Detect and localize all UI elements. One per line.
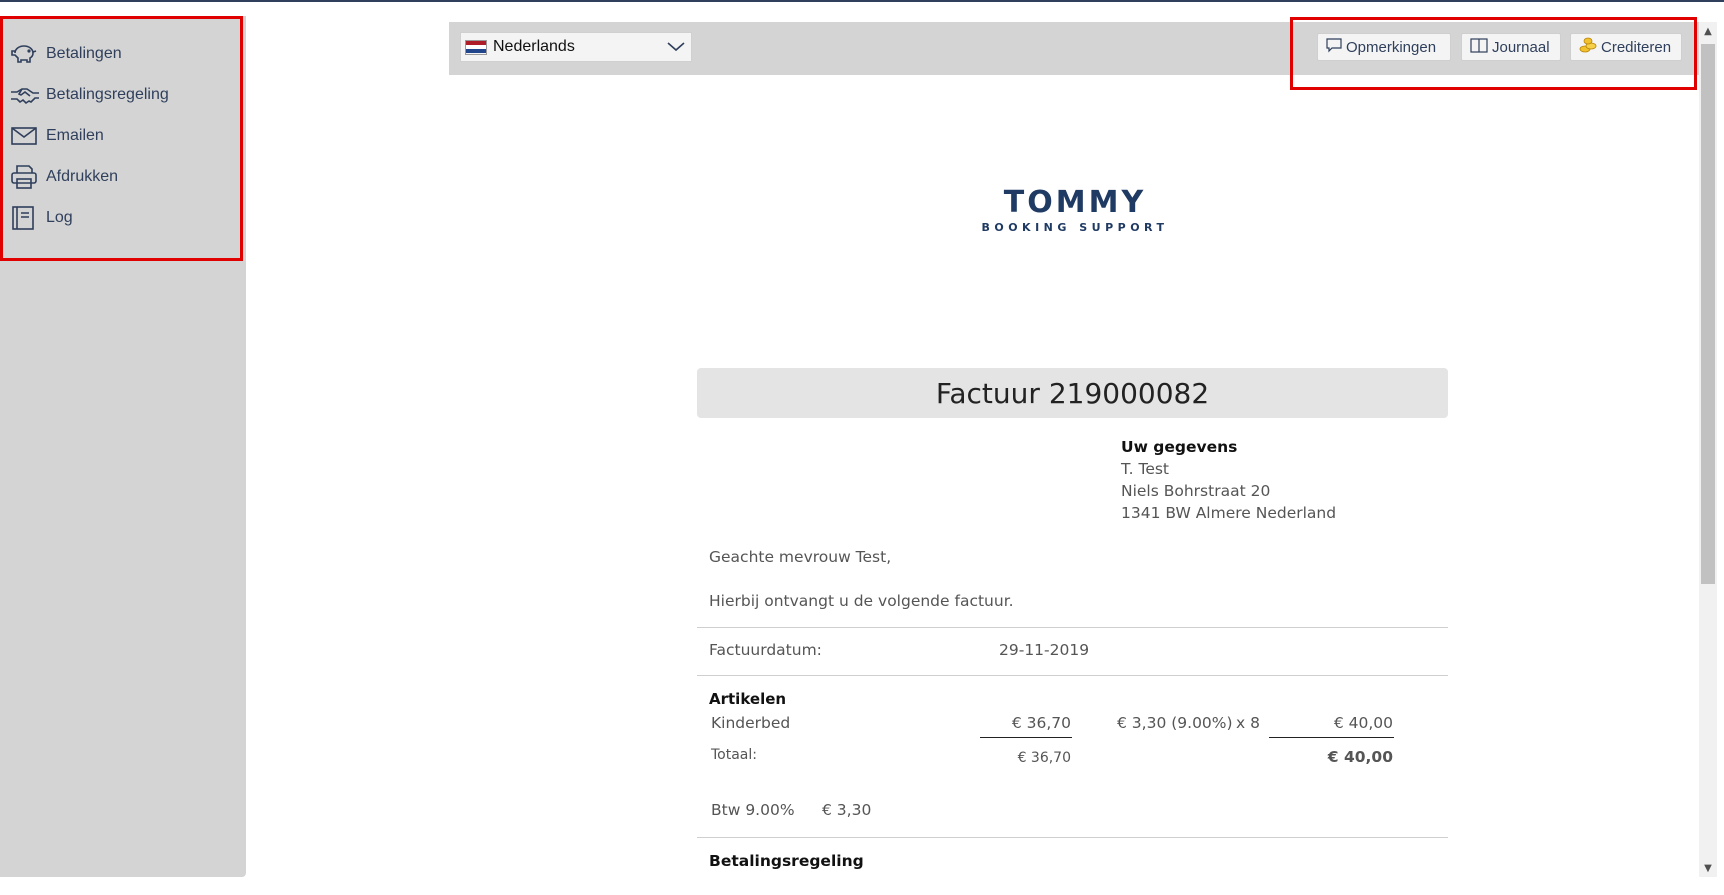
company-logo: TOMMY BOOKING SUPPORT — [981, 185, 1169, 235]
intro-text: Hierbij ontvangt u de volgende factuur. — [709, 592, 1014, 610]
payment-arrangement-heading: Betalingsregeling — [709, 852, 864, 870]
article-name: Kinderbed — [711, 714, 791, 732]
underline — [1269, 737, 1394, 738]
invoice-date-value: 29-11-2019 — [999, 641, 1090, 659]
invoice-title: Factuur 219000082 — [697, 368, 1448, 418]
article-total: € 40,00 — [1333, 714, 1393, 732]
article-vat: € 3,30 (9.00%) — [1117, 714, 1233, 732]
article-quantity: x 8 — [1236, 714, 1260, 732]
articles-heading: Artikelen — [709, 690, 787, 708]
scroll-thumb[interactable] — [1701, 44, 1715, 584]
vat-amount: € 3,30 — [822, 801, 872, 819]
language-select-value: Nederlands — [493, 38, 575, 55]
customer-street: Niels Bohrstraat 20 — [1121, 482, 1271, 500]
language-select[interactable]: Nederlands — [460, 32, 692, 62]
customer-name: T. Test — [1121, 460, 1170, 478]
vertical-scrollbar[interactable]: ▲ ▼ — [1699, 22, 1717, 877]
divider — [697, 837, 1448, 838]
underline — [980, 737, 1072, 738]
toolbar-highlight-box — [1290, 17, 1697, 90]
chevron-down-icon[interactable] — [661, 33, 691, 61]
invoice-date-label: Factuurdatum: — [709, 641, 822, 659]
scroll-up-arrow-icon[interactable]: ▲ — [1699, 22, 1717, 40]
article-price: € 36,70 — [1011, 714, 1071, 732]
total-net: € 36,70 — [1017, 750, 1071, 766]
sidebar-highlight-box — [0, 16, 243, 261]
divider — [697, 675, 1448, 676]
greeting-text: Geachte mevrouw Test, — [709, 548, 892, 566]
total-gross: € 40,00 — [1327, 748, 1393, 766]
customer-city: 1341 BW Almere Nederland — [1121, 504, 1337, 522]
divider — [697, 627, 1448, 628]
vat-label: Btw 9.00% — [711, 801, 795, 819]
top-border — [0, 0, 1724, 2]
dutch-flag-icon — [465, 39, 487, 55]
total-label: Totaal: — [711, 747, 757, 763]
customer-heading: Uw gegevens — [1121, 438, 1238, 456]
scroll-down-arrow-icon[interactable]: ▼ — [1699, 859, 1717, 877]
